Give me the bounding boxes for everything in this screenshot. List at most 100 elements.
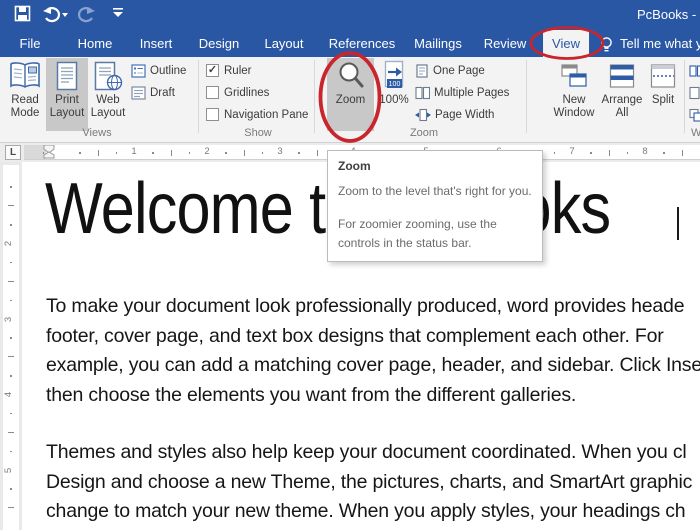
body-paragraph: Themes and styles also help keep your do…	[46, 438, 692, 527]
ruler-tick	[79, 152, 81, 154]
page-width-button[interactable]: Page Width	[415, 107, 494, 123]
tell-me-lightbulb-icon	[601, 37, 612, 52]
web-layout-icon	[94, 61, 123, 91]
split-icon	[650, 64, 676, 88]
read-mode-icon	[10, 62, 40, 88]
ruler-tick	[626, 152, 629, 154]
ribbon-tab-row: File Home Insert Design Layout References Mail…	[0, 30, 700, 57]
zoom-100-button[interactable]: 100 100%	[374, 58, 414, 131]
tooltip-body-1: Zoom to the level that's right for you.	[338, 184, 532, 198]
ruler-tick	[225, 152, 227, 154]
vertical-ruler[interactable]: 2 3 4 5	[3, 165, 19, 530]
ruler-tick	[152, 152, 154, 154]
ruler-tick	[10, 412, 12, 415]
web-layout-button[interactable]: Web Layout	[88, 58, 128, 131]
synchronous-scrolling-icon	[689, 86, 700, 100]
undo-icon[interactable]	[42, 5, 68, 23]
tab-references[interactable]: References	[320, 30, 404, 57]
outline-button[interactable]: Outline	[131, 63, 186, 79]
one-page-button[interactable]: One Page	[415, 63, 485, 79]
tab-insert[interactable]: Insert	[131, 30, 182, 57]
ruler-tick	[10, 299, 12, 302]
word-application-window: PcBooks - W FileHomeInsertDesignLayoutRe…	[0, 0, 700, 530]
ruler-tick	[10, 224, 12, 226]
ruler-number: 3	[3, 316, 15, 322]
ruler-checkbox[interactable]: ✓ Ruler	[206, 63, 251, 78]
indent-markers[interactable]	[43, 145, 55, 160]
ruler-tick	[316, 149, 318, 156]
ruler-tick	[10, 450, 12, 453]
ruler-tick	[115, 152, 118, 154]
split-button[interactable]: Split	[646, 58, 680, 131]
save-icon[interactable]	[14, 5, 31, 22]
zoom-button[interactable]: Zoom	[327, 58, 374, 131]
ruler-number: 2	[204, 146, 210, 157]
group-divider	[198, 60, 199, 133]
navigation-pane-checkbox[interactable]: Navigation Pane	[206, 107, 308, 122]
ruler-tick	[8, 205, 14, 207]
redo-icon[interactable]	[78, 5, 96, 23]
ruler-tick	[8, 356, 14, 358]
new-window-button[interactable]: New Window	[551, 58, 597, 131]
ruler-tick	[608, 149, 610, 156]
new-window-icon	[561, 64, 587, 87]
outline-icon	[131, 64, 146, 78]
group-divider	[314, 60, 315, 133]
ruler-tick	[10, 337, 12, 339]
zoom-tooltip: Zoom Zoom to the level that's right for …	[327, 150, 543, 262]
tab-home[interactable]: Home	[69, 30, 122, 57]
tab-selector[interactable]: L	[5, 145, 21, 160]
group-divider	[684, 60, 685, 133]
tab-view[interactable]: View	[543, 30, 589, 57]
checkbox-unchecked-icon	[206, 86, 219, 99]
window-title: PcBooks - W	[637, 7, 700, 22]
arrange-all-button[interactable]: Arrange All	[599, 58, 645, 131]
ruler-tick	[8, 507, 14, 509]
tell-me-box[interactable]: Tell me what yo	[620, 36, 700, 51]
view-side-by-side-button[interactable]	[689, 63, 700, 79]
multiple-pages-button[interactable]: Multiple Pages	[415, 85, 509, 101]
tooltip-title: Zoom	[338, 159, 371, 173]
checkbox-checked-icon: ✓	[206, 64, 219, 77]
ruler-tick	[42, 152, 45, 154]
read-mode-button[interactable]: Read Mode	[6, 58, 44, 131]
gridlines-checkbox[interactable]: Gridlines	[206, 85, 269, 100]
text-line: Themes and styles also help keep your do…	[46, 441, 687, 463]
synchronous-scrolling-button[interactable]	[689, 85, 700, 101]
ruler-tick	[10, 375, 12, 377]
ribbon-view-tab-panel: Read Mode Print Layout Web Layout Outlin…	[0, 57, 700, 143]
ruler-tick	[298, 152, 300, 154]
tab-mailings[interactable]: Mailings	[405, 30, 471, 57]
draft-button[interactable]: Draft	[131, 85, 175, 101]
ruler-tick	[10, 186, 12, 188]
ruler-number: 5	[3, 467, 15, 473]
zoom-group-label: Zoom	[409, 127, 439, 139]
ruler-number: 7	[569, 146, 575, 157]
view-side-by-side-icon	[689, 65, 700, 77]
tab-design[interactable]: Design	[190, 30, 248, 57]
print-layout-button[interactable]: Print Layout	[46, 58, 88, 131]
svg-text:100: 100	[389, 81, 401, 88]
reset-window-position-button[interactable]	[689, 107, 700, 123]
customize-quick-access-icon[interactable]	[112, 5, 124, 19]
ruler-tick	[188, 152, 191, 154]
title-bar: PcBooks - W	[0, 0, 700, 30]
tab-file[interactable]: File	[11, 30, 50, 57]
ruler-number: 2	[3, 240, 15, 247]
tab-review[interactable]: Review	[475, 30, 536, 57]
show-group-label: Show	[244, 127, 272, 139]
reset-window-position-icon	[689, 108, 700, 122]
ruler-number: 3	[277, 146, 283, 157]
print-layout-icon	[56, 61, 78, 91]
ruler-tick	[663, 152, 665, 154]
ruler-tick	[10, 488, 12, 490]
text-cursor	[677, 207, 679, 240]
ruler-tick	[8, 280, 14, 282]
window-group-label: W	[691, 127, 700, 139]
text-line: example, you can add a matching cover pa…	[46, 354, 700, 377]
body-paragraph: To make your document look professionall…	[46, 292, 700, 410]
ruler-tick	[681, 149, 683, 156]
tooltip-body-2: For zoomier zooming, use the controls in…	[338, 217, 497, 250]
ruler-number: 8	[642, 146, 648, 157]
tab-layout[interactable]: Layout	[255, 30, 312, 57]
